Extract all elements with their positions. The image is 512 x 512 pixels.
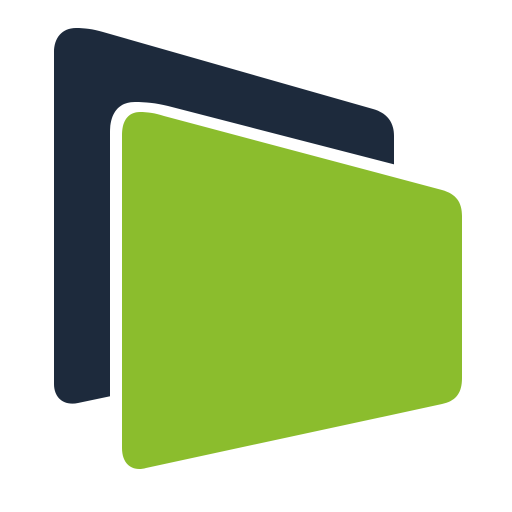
icon-canvas	[0, 0, 512, 512]
layered-cards-logo-icon	[54, 28, 474, 481]
